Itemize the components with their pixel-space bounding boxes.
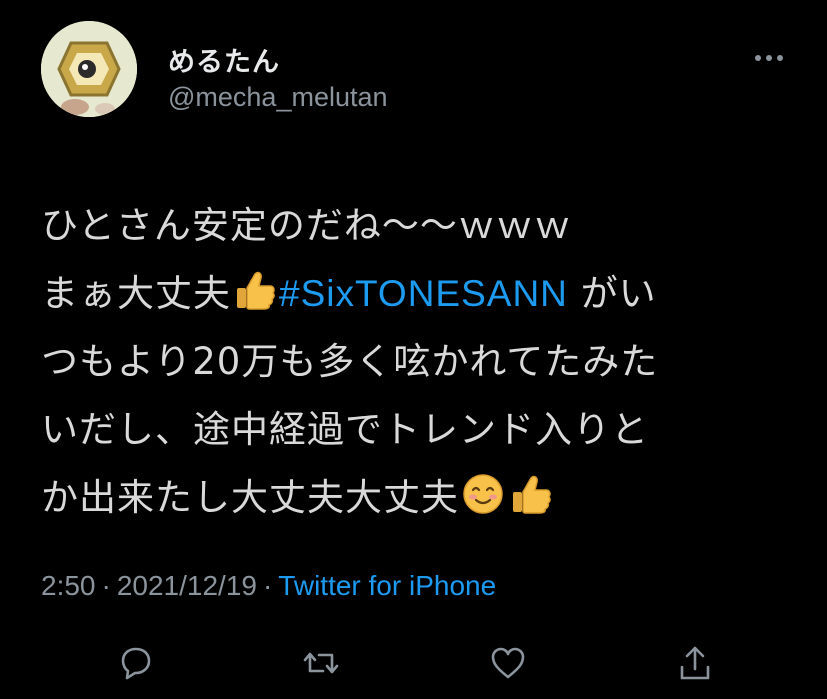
retweet-icon	[303, 652, 339, 674]
display-name[interactable]: めるたん	[168, 40, 280, 79]
tweet-line-2-suffix: がい	[567, 272, 657, 315]
tweet-line-4: いだし、途中経過でトレンド入りと	[41, 408, 649, 451]
share-button[interactable]	[675, 643, 715, 683]
tweet-source-link[interactable]: Twitter for iPhone	[278, 570, 496, 601]
more-dots-icon	[755, 55, 783, 61]
retweet-button[interactable]	[301, 643, 341, 683]
meta-separator: ·	[262, 570, 273, 601]
tweet-time: 2:50	[41, 570, 96, 601]
tweet-line-2-prefix: まぁ大丈夫	[41, 272, 231, 315]
tweet-line-2: まぁ大丈夫 #SixTONESANN がい	[41, 260, 801, 328]
share-icon	[680, 646, 710, 680]
avatar[interactable]	[41, 21, 137, 117]
user-handle[interactable]: @mecha_melutan	[168, 82, 388, 113]
meta-separator: ·	[101, 570, 111, 601]
thumbs-up-icon	[233, 266, 277, 310]
tweet-text: ひとさん安定のだね〜〜ｗｗｗ まぁ大丈夫 #SixTONESANN がい つもよ…	[41, 192, 801, 532]
avatar-image	[41, 21, 137, 117]
tweet-line-3: つもより20万も多く呟かれてたみた	[41, 340, 659, 383]
hashtag-link[interactable]: #SixTONESANN	[279, 273, 568, 314]
more-options-button[interactable]	[752, 44, 786, 72]
reply-button[interactable]	[115, 643, 155, 683]
tweet-date: 2021/12/19	[116, 570, 257, 601]
reply-icon	[121, 647, 151, 680]
thumbs-up-icon	[509, 470, 553, 514]
smiling-face-icon	[461, 470, 505, 514]
tweet-line-5: か出来たし大丈夫大丈夫	[41, 464, 801, 532]
tweet-meta: 2:50 · 2021/12/19 · Twitter for iPhone	[41, 570, 496, 602]
like-button[interactable]	[488, 643, 528, 683]
tweet-line-1: ひとさん安定のだね〜〜ｗｗｗ	[41, 204, 572, 247]
tweet-line-5-text: か出来たし大丈夫大丈夫	[41, 476, 459, 519]
like-icon	[491, 647, 525, 679]
